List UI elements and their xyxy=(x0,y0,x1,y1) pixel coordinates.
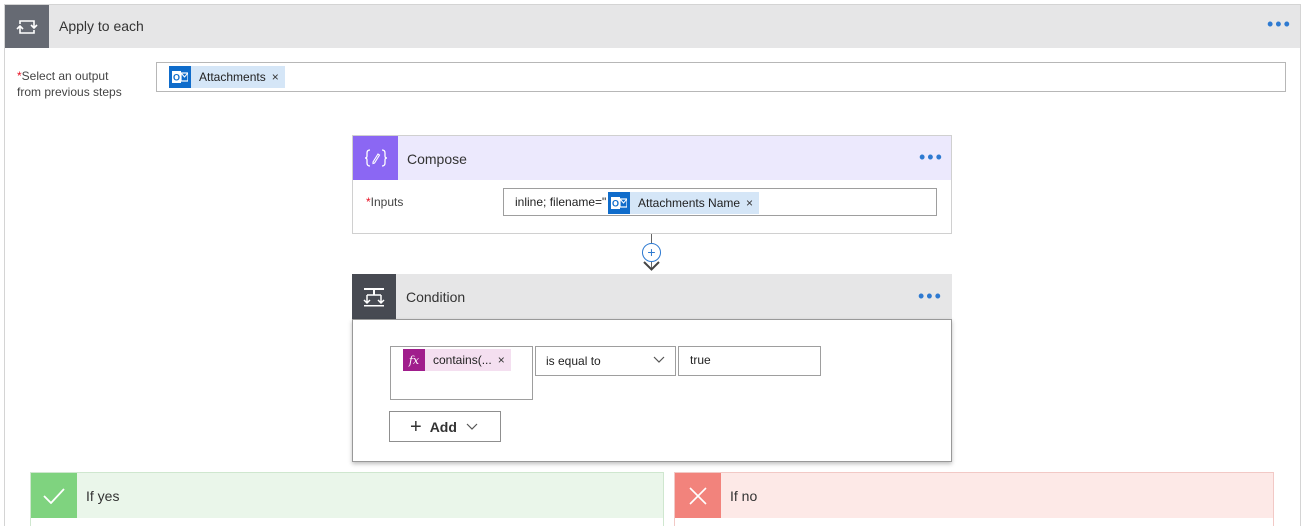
attachments-name-token-label: Attachments Name xyxy=(638,196,741,210)
if-no-title: If no xyxy=(730,488,758,504)
if-yes-title: If yes xyxy=(86,488,120,504)
add-condition-button[interactable]: + Add xyxy=(389,411,501,442)
if-yes-header[interactable]: If yes xyxy=(31,473,663,518)
remove-token-button[interactable]: × xyxy=(746,196,759,210)
condition-right-operand[interactable]: true xyxy=(678,346,821,376)
inputs-label-text: Inputs xyxy=(370,195,404,209)
operator-select-value: is equal to xyxy=(546,354,601,368)
loop-icon xyxy=(5,5,49,48)
compose-card: Compose ••• *Inputs inline; filename=" O… xyxy=(352,135,952,234)
condition-more-button[interactable]: ••• xyxy=(918,287,943,305)
operator-select[interactable]: is equal to xyxy=(535,346,676,376)
function-icon-glyph: fx xyxy=(408,353,420,367)
attachments-token-label: Attachments xyxy=(199,70,266,84)
remove-token-button[interactable]: × xyxy=(272,70,285,84)
apply-to-each-more-button[interactable]: ••• xyxy=(1267,15,1292,33)
close-icon xyxy=(675,473,721,518)
select-output-label-line1: Select an output xyxy=(21,69,109,83)
if-no-branch: If no xyxy=(674,472,1274,526)
svg-text:O: O xyxy=(173,73,180,83)
if-no-header[interactable]: If no xyxy=(675,473,1273,518)
condition-body: fx contains(... × is equal to true + Add xyxy=(352,319,952,462)
condition-icon xyxy=(352,274,396,319)
compose-icon xyxy=(353,136,398,180)
expression-token[interactable]: fx contains(... × xyxy=(403,349,511,371)
svg-text:O: O xyxy=(612,199,619,209)
remove-token-button[interactable]: × xyxy=(498,353,511,367)
chevron-down-icon xyxy=(653,356,665,363)
if-yes-branch: If yes xyxy=(30,472,664,526)
arrow-down-icon xyxy=(643,261,660,271)
outlook-icon: O xyxy=(169,66,191,88)
right-operand-value: true xyxy=(690,353,711,367)
insert-step-button[interactable]: + xyxy=(642,243,661,262)
condition-left-operand[interactable]: fx contains(... × xyxy=(390,346,533,400)
condition-title: Condition xyxy=(406,289,466,305)
outlook-icon: O xyxy=(608,192,630,214)
checkmark-icon xyxy=(31,473,77,518)
select-output-field[interactable]: O Attachments × xyxy=(156,62,1286,92)
add-button-label: Add xyxy=(429,418,457,435)
select-output-label-line2: from previous steps xyxy=(17,85,122,99)
attachments-token[interactable]: O Attachments × xyxy=(169,66,285,88)
select-output-label: *Select an output from previous steps xyxy=(17,68,122,100)
compose-title: Compose xyxy=(407,151,467,167)
inputs-label: *Inputs xyxy=(366,195,403,209)
compose-more-button[interactable]: ••• xyxy=(919,148,944,166)
plus-icon: + xyxy=(410,415,422,438)
function-icon: fx xyxy=(403,349,425,371)
apply-to-each-title: Apply to each xyxy=(59,18,144,34)
condition-header[interactable]: Condition ••• xyxy=(352,274,952,319)
expression-token-label: contains(... xyxy=(433,353,492,367)
chevron-down-icon xyxy=(466,423,478,430)
attachments-name-token[interactable]: O Attachments Name × xyxy=(608,192,760,214)
compose-header[interactable]: Compose ••• xyxy=(353,136,951,180)
apply-to-each-header[interactable]: Apply to each ••• xyxy=(5,5,1300,48)
compose-inputs-prefix: inline; filename=" xyxy=(515,195,607,209)
compose-inputs-field[interactable]: inline; filename=" O Attachments Name × xyxy=(503,188,937,216)
